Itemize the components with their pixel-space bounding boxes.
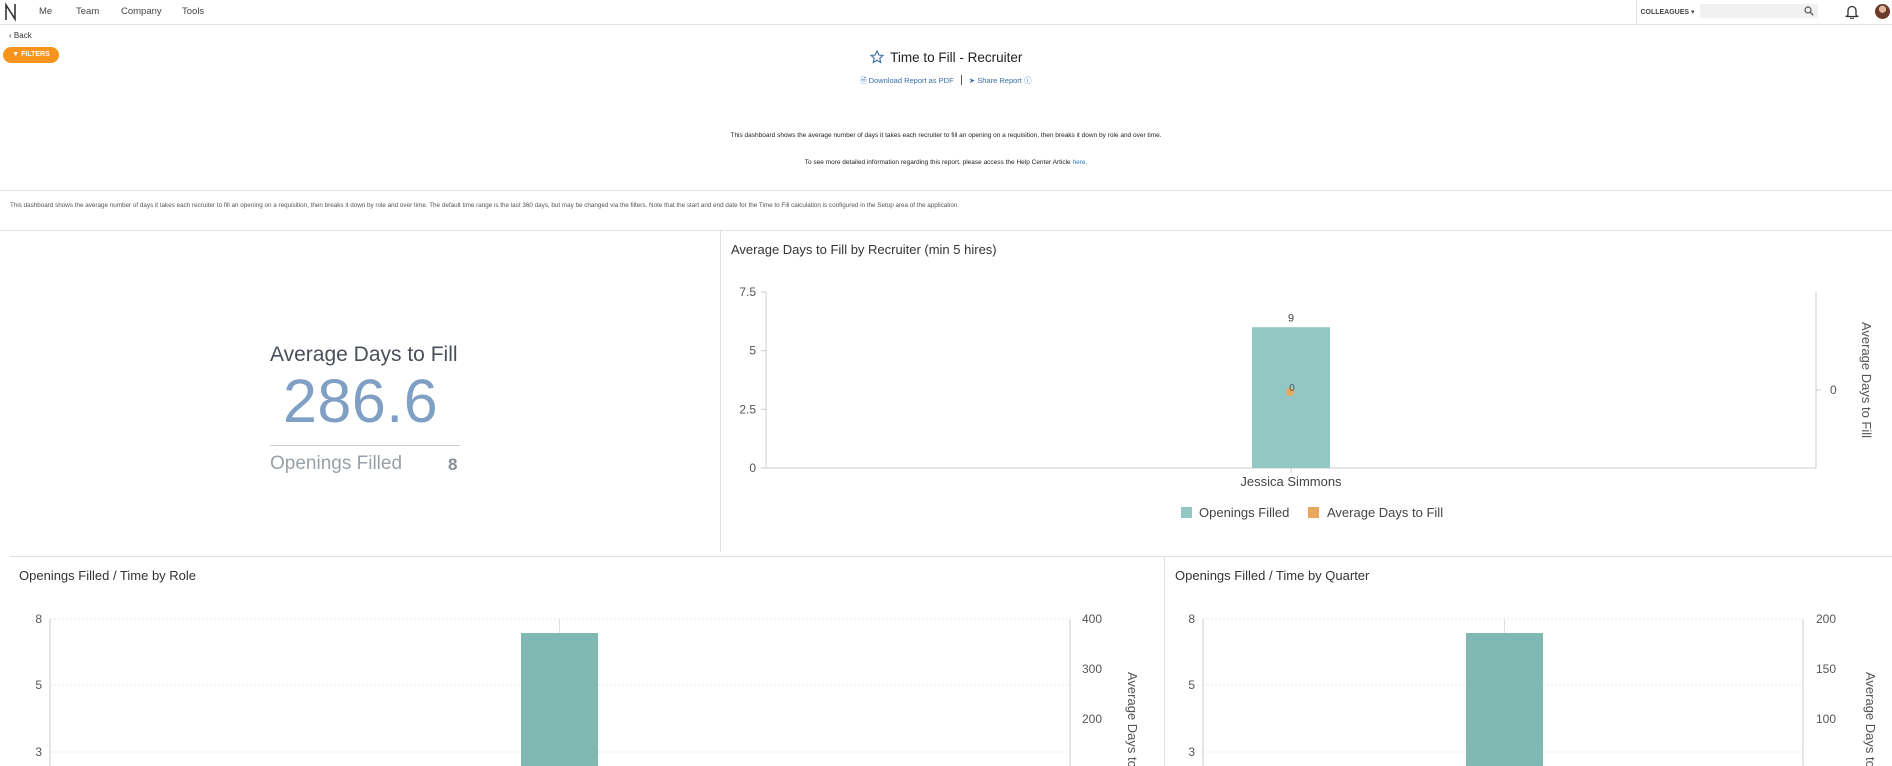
search-box: [1700, 4, 1818, 18]
caret-down-icon: ▾: [1691, 9, 1695, 16]
x-tick-label: Jessica Simmons: [1240, 474, 1342, 489]
bar-data-label: 6: [1288, 311, 1294, 323]
report-title-row: Time to Fill - Recruiter: [0, 50, 1892, 65]
share-report-link[interactable]: ➤ Share Report ⓘ: [969, 76, 1032, 85]
y2-axis-title: Average Days to Fill: [1863, 672, 1878, 766]
kpi-divider: [270, 445, 460, 446]
help-center-text: To see more detailed information regardi…: [0, 159, 1892, 166]
y-tick-label: 2.5: [739, 402, 756, 416]
bar: [1466, 633, 1543, 766]
divider: [10, 556, 1892, 557]
legend-label-openings: Openings Filled: [1199, 505, 1289, 520]
recruiter-chart-title: Average Days to Fill by Recruiter (min 5…: [731, 242, 997, 257]
send-icon: ➤: [968, 76, 976, 85]
point-data-label: 0: [1289, 383, 1295, 394]
quarter-chart-title: Openings Filled / Time by Quarter: [1175, 568, 1370, 583]
y2-tick-label: 200: [1816, 612, 1836, 626]
bar: [1252, 327, 1330, 468]
y2-tick-label: 400: [1082, 612, 1102, 626]
y2-axis-title: Average Days to Fill: [1125, 672, 1140, 766]
kpi-sub-label: Openings Filled: [270, 453, 403, 474]
y-tick-label: 7.5: [739, 285, 756, 299]
nav-item-team[interactable]: Team: [76, 6, 99, 17]
download-pdf-label: Download Report as PDF: [868, 76, 954, 85]
y2-tick-label: 200: [1082, 712, 1102, 726]
bar: [521, 633, 598, 766]
colleagues-dropdown[interactable]: COLLEAGUES ▾: [1636, 0, 1698, 25]
download-pdf-link[interactable]: 🗎 Download Report as PDF: [861, 76, 956, 85]
notification-bell-icon[interactable]: [1845, 4, 1859, 19]
chevron-left-icon: ‹: [9, 31, 12, 40]
kpi-value: 286.6: [283, 367, 439, 435]
search-input[interactable]: [1700, 4, 1800, 18]
colleagues-label: COLLEAGUES: [1640, 9, 1690, 16]
nav-item-company[interactable]: Company: [121, 6, 162, 17]
role-chart-title: Openings Filled / Time by Role: [19, 568, 197, 583]
nav-item-tools[interactable]: Tools: [182, 6, 204, 17]
legend-swatch-openings: [1181, 507, 1192, 518]
info-icon[interactable]: ⓘ: [1024, 76, 1032, 85]
dashboard-long-description: This dashboard shows the average number …: [10, 202, 960, 209]
y-tick-label: 5: [35, 678, 42, 692]
y-tick-label: 3: [1188, 745, 1195, 759]
back-link[interactable]: ‹ Back: [9, 31, 32, 40]
back-label: Back: [13, 31, 32, 40]
document-icon: 🗎: [860, 76, 867, 85]
help-text: To see more detailed information regardi…: [804, 159, 1073, 166]
role-chart: 8 5 3 400 300 200 Average Days to Fill: [35, 612, 1140, 766]
top-navigation: Me Team Company Tools COLLEAGUES ▾: [0, 0, 1892, 25]
divider: [0, 190, 1892, 191]
share-report-label: Share Report: [977, 76, 1022, 85]
y-tick-label: 8: [1188, 612, 1195, 626]
nav-item-me[interactable]: Me: [39, 6, 52, 17]
divider: [0, 230, 1892, 231]
report-description: This dashboard shows the average number …: [730, 132, 1162, 139]
legend-swatch-avg-days: [1308, 507, 1319, 518]
help-center-link[interactable]: here.: [1072, 159, 1087, 166]
y2-tick-label: 150: [1816, 662, 1836, 676]
y-tick-label: 0: [749, 461, 756, 475]
kpi-title: Average Days to Fill: [270, 343, 458, 366]
legend-label-avg-days: Average Days to Fill: [1327, 505, 1443, 520]
y2-tick-label: 300: [1082, 662, 1102, 676]
quarter-chart: 8 5 3 200 150 100 Average Days to Fill: [1188, 612, 1878, 766]
action-divider: [960, 75, 962, 85]
user-avatar[interactable]: [1875, 4, 1890, 19]
recruiter-chart: 0 2.5 5 7.5 0 Average Days to Fill 6 0 Jessica S…: [739, 285, 1874, 520]
y2-tick-label: 100: [1816, 712, 1836, 726]
favorite-star-icon[interactable]: [869, 50, 884, 64]
kpi-sub-value: 8: [448, 455, 458, 474]
y-tick-label: 3: [35, 745, 42, 759]
y-tick-label: 5: [1188, 678, 1195, 692]
page-title: Time to Fill - Recruiter: [890, 50, 1023, 65]
report-actions: 🗎 Download Report as PDF ➤ Share Report …: [0, 75, 1892, 88]
y2-axis-title: Average Days to Fill: [1859, 322, 1874, 438]
y-tick-label: 8: [35, 612, 42, 626]
search-icon[interactable]: [1804, 6, 1814, 16]
y-tick-label: 5: [749, 344, 756, 358]
y2-tick-label: 0: [1830, 383, 1837, 397]
app-logo-icon[interactable]: [4, 2, 18, 22]
